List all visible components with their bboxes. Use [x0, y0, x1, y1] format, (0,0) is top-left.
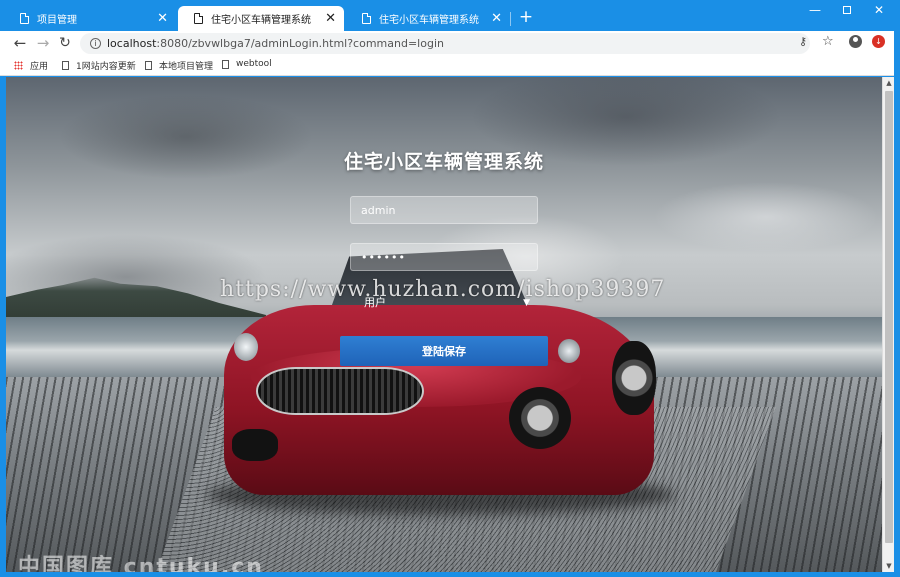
tab-title: 项目管理	[37, 15, 77, 26]
info-icon[interactable]: i	[90, 38, 101, 49]
tab-separator	[510, 12, 511, 26]
apps-grid-icon	[14, 61, 23, 70]
watermark-url: https://www.huzhan.com/ishop39397	[220, 277, 666, 302]
tab-vehicle-system[interactable]: 住宅小区车辆管理系统 ✕	[346, 6, 510, 31]
password-input[interactable]	[350, 243, 538, 271]
bookmark-site-update[interactable]: 1网站内容更新	[62, 59, 136, 72]
scroll-thumb[interactable]	[885, 91, 893, 543]
bookmarks-bar: 应用 1网站内容更新 本地项目管理 webtool	[0, 56, 900, 76]
close-icon[interactable]: ✕	[325, 12, 336, 25]
car-wheel-front-right	[509, 387, 571, 449]
page-icon	[62, 61, 69, 70]
url-path: :8080/zbvwlbga7/adminLogin.html?command=…	[156, 37, 444, 50]
account-icon[interactable]	[849, 35, 862, 48]
back-button[interactable]: ←	[10, 34, 30, 54]
browser-toolbar: ← → ↻ i localhost:8080/zbvwlbga7/adminLo…	[0, 31, 900, 56]
window-frame-right	[894, 31, 900, 577]
bookmark-star-icon[interactable]: ☆	[822, 34, 834, 49]
bookmark-label: 应用	[30, 62, 49, 72]
tab-title: 住宅小区车辆管理系统	[211, 15, 311, 26]
car-headlight-left	[234, 333, 258, 361]
page-icon	[145, 61, 152, 70]
forward-button[interactable]: →	[33, 34, 53, 54]
tab-title: 住宅小区车辆管理系统	[379, 15, 479, 26]
address-bar[interactable]: i localhost:8080/zbvwlbga7/adminLogin.ht…	[80, 33, 810, 54]
url-host: localhost	[107, 37, 157, 50]
minimize-button[interactable]: —	[798, 0, 832, 22]
reload-button[interactable]: ↻	[55, 34, 75, 54]
browser-titlebar: 项目管理 ✕ 住宅小区车辆管理系统 ✕ 住宅小区车辆管理系统 ✕ + — ✕	[0, 0, 900, 31]
page-icon	[362, 13, 371, 24]
page-icon	[222, 59, 229, 69]
bookmark-label: 本地项目管理	[159, 62, 214, 72]
page-icon	[20, 13, 29, 24]
close-icon[interactable]: ✕	[491, 12, 502, 25]
bookmark-apps[interactable]: 应用	[14, 59, 48, 72]
bookmark-local-projects[interactable]: 本地项目管理	[145, 59, 213, 72]
key-icon[interactable]: ⚷	[799, 35, 807, 48]
maximize-icon	[843, 6, 851, 14]
new-tab-button[interactable]: +	[516, 7, 536, 27]
tab-project-management[interactable]: 项目管理 ✕	[4, 6, 176, 31]
bookmark-webtool[interactable]: webtool	[222, 59, 272, 69]
close-icon[interactable]: ✕	[157, 12, 168, 25]
login-title: 住宅小区车辆管理系统	[343, 151, 544, 173]
window-frame-bottom	[0, 572, 900, 577]
bookmark-label: 1网站内容更新	[76, 62, 136, 72]
page-icon	[194, 13, 203, 24]
extension-icon[interactable]: ↓	[872, 35, 885, 48]
watermark-bottom: 中国图库 cntuku.cn	[18, 555, 264, 572]
car-wheel-rear	[612, 341, 656, 415]
window-close-button[interactable]: ✕	[862, 0, 896, 22]
page-viewport: 住宅小区车辆管理系统 用户 ▼ 登陆保存 https://www.huzhan.…	[6, 77, 882, 572]
car-grille	[256, 367, 424, 415]
car-wheel-front-left	[232, 429, 278, 461]
tab-vehicle-system-active[interactable]: 住宅小区车辆管理系统 ✕	[178, 6, 344, 31]
maximize-button[interactable]	[830, 0, 864, 22]
bookmark-label: webtool	[236, 59, 272, 69]
username-input[interactable]	[350, 196, 538, 224]
car-headlight-right	[558, 339, 580, 363]
page-scrollbar[interactable]: ▲ ▼	[882, 77, 894, 572]
login-submit-button[interactable]: 登陆保存	[340, 336, 548, 366]
